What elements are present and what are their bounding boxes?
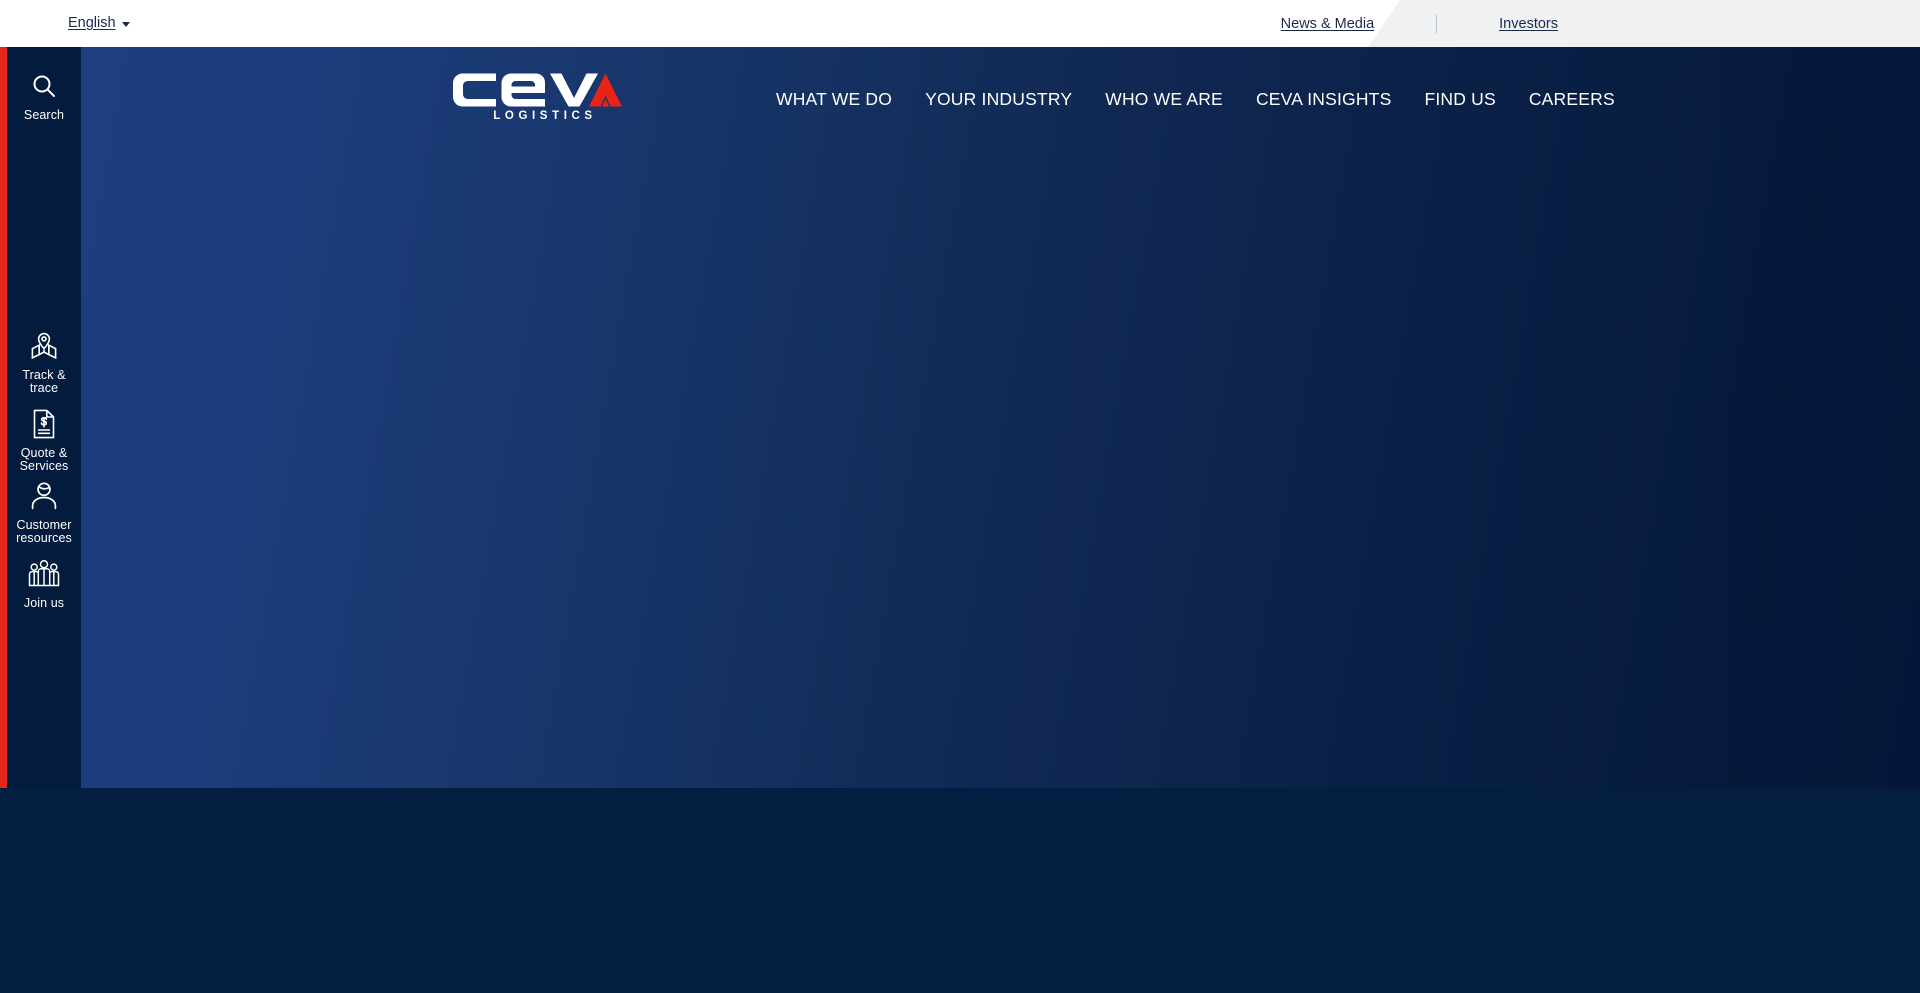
map-pin-icon — [29, 330, 59, 362]
user-icon — [29, 480, 59, 512]
sidebar-item-track-trace-label: Track & trace — [22, 368, 66, 395]
search-icon — [31, 70, 57, 102]
hero-banner — [81, 47, 1727, 788]
sidebar-item-customer-resources-label: Customer resources — [16, 518, 72, 545]
topbar-links: News & Media Investors — [1281, 0, 1920, 47]
ceva-logo-mark: LOGISTICS — [453, 73, 622, 122]
ceva-logistics-logo[interactable]: LOGISTICS — [450, 67, 622, 123]
language-selector-label: English — [68, 15, 116, 31]
nav-item-your-industry[interactable]: YOUR INDUSTRY — [925, 83, 1072, 116]
nav-item-careers[interactable]: CAREERS — [1529, 83, 1615, 116]
sidebar-item-quote-services-label: Quote & Services — [19, 446, 69, 473]
main-navigation: WHAT WE DO YOUR INDUSTRY WHO WE ARE CEVA… — [776, 83, 1615, 116]
hero-right-fill — [1727, 47, 1920, 788]
svg-text:LOGISTICS: LOGISTICS — [493, 110, 596, 122]
page-root: English News & Media Investors Search Tr… — [0, 0, 1920, 993]
chevron-down-icon — [121, 21, 130, 27]
sidebar-item-search-label: Search — [23, 108, 65, 122]
sidebar-item-quote-services[interactable]: Quote & Services — [7, 408, 81, 473]
site-header: LOGISTICS WHAT WE DO YOUR INDUSTRY WHO W… — [81, 47, 1920, 141]
nav-item-ceva-insights[interactable]: CEVA INSIGHTS — [1256, 83, 1392, 116]
nav-item-what-we-do[interactable]: WHAT WE DO — [776, 83, 892, 116]
top-utility-bar: English News & Media Investors — [0, 0, 1920, 47]
nav-item-who-we-are[interactable]: WHO WE ARE — [1105, 83, 1223, 116]
cookie-consent-banner: THIS WEBSITE USES COOKIES We use cookies… — [0, 788, 1920, 993]
sidebar-item-join-us-label: Join us — [23, 596, 65, 610]
language-selector[interactable]: English — [68, 13, 130, 33]
nav-item-find-us[interactable]: FIND US — [1424, 83, 1495, 116]
people-group-icon — [28, 558, 60, 590]
topbar-link-divider — [1436, 14, 1438, 33]
link-news-and-media[interactable]: News & Media — [1281, 14, 1374, 34]
sidebar-item-track-trace[interactable]: Track & trace — [7, 330, 81, 395]
sidebar-item-customer-resources[interactable]: Customer resources — [7, 480, 81, 545]
document-dollar-icon — [31, 408, 57, 440]
sidebar-item-search[interactable]: Search — [7, 70, 81, 122]
sidebar-item-join-us[interactable]: Join us — [7, 558, 81, 610]
link-investors[interactable]: Investors — [1499, 14, 1558, 34]
